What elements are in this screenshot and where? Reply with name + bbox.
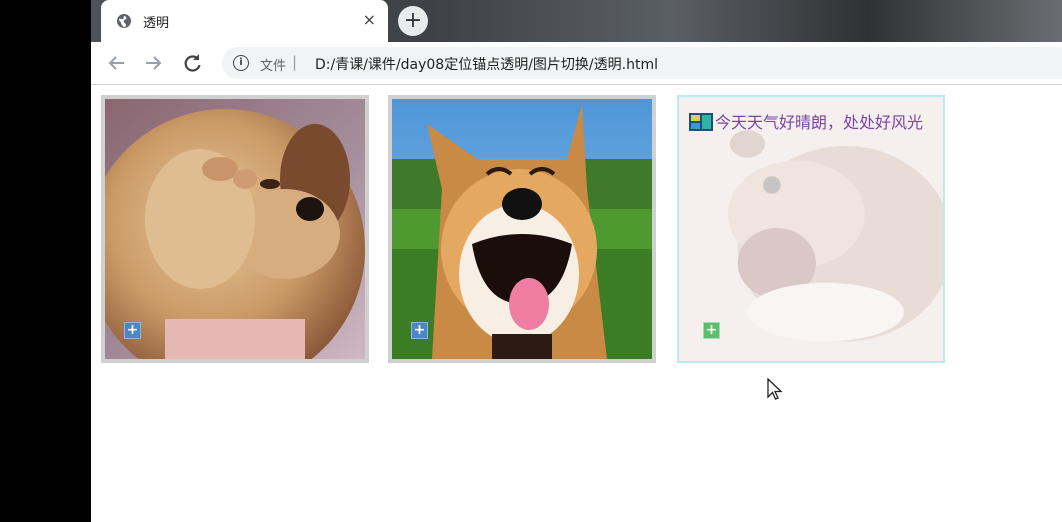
reload-icon[interactable] [180, 51, 204, 75]
plus-badge-icon[interactable]: + [124, 322, 141, 339]
shiba-photo [392, 99, 652, 359]
caption-image-icon [689, 113, 713, 131]
tab-transparent[interactable]: 透明 × [101, 0, 388, 42]
back-arrow-icon[interactable] [105, 51, 129, 75]
new-tab-button[interactable]: + [398, 6, 428, 36]
image-card-shiba[interactable]: + [388, 95, 656, 363]
tab-title: 透明 [143, 16, 170, 31]
globe-icon [117, 14, 131, 28]
file-scheme-label: 文件 [260, 59, 287, 74]
page-content: + + 今天天气好晴朗，处处好风光 + [91, 85, 1062, 522]
image-card-puppy[interactable]: + [101, 95, 369, 363]
puppy-photo [105, 99, 365, 359]
forward-arrow-icon[interactable] [141, 51, 165, 75]
info-icon[interactable]: i [233, 55, 249, 71]
url-text[interactable]: D:/青课/课件/day08定位锚点透明/图片切换/透明.html [315, 54, 658, 74]
address-separator: | [292, 53, 298, 71]
address-bar[interactable]: i 文件 | D:/青课/课件/day08定位锚点透明/图片切换/透明.html [222, 47, 1062, 79]
overlay-caption: 今天天气好晴朗，处处好风光 [679, 111, 943, 135]
browser-toolbar: i 文件 | D:/青课/课件/day08定位锚点透明/图片切换/透明.html [91, 42, 1062, 85]
close-tab-icon[interactable]: × [363, 10, 376, 29]
desktop-background [0, 0, 91, 522]
mouse-cursor-icon [767, 378, 783, 400]
caption-text: 今天天气好晴朗，处处好风光 [715, 113, 924, 132]
image-card-hamster[interactable]: 今天天气好晴朗，处处好风光 + [677, 95, 945, 363]
plus-badge-icon[interactable]: + [411, 322, 428, 339]
plus-badge-icon[interactable]: + [703, 322, 720, 339]
browser-window: 透明 × + i 文件 | D:/青课/课件/day08定位锚点透明/图片切换/… [91, 0, 1062, 522]
tab-strip: 透明 × + [91, 0, 1062, 42]
